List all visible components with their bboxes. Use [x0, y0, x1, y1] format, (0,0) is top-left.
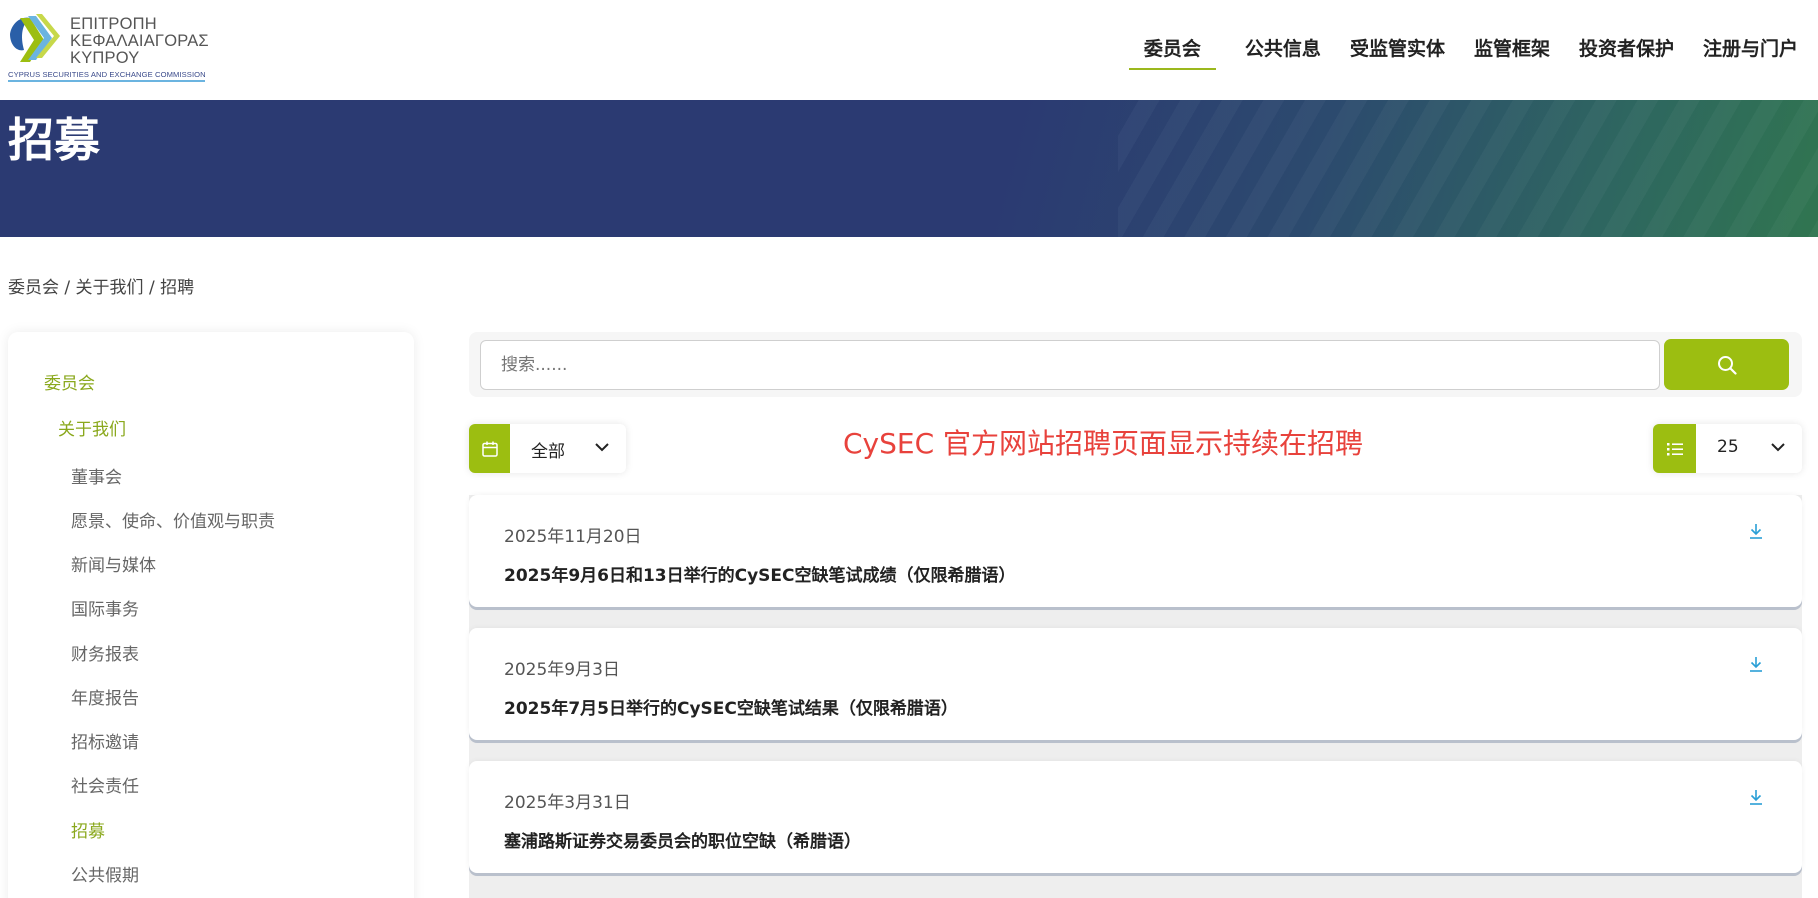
- document-title[interactable]: 2025年9月6日和13日举行的CySEC空缺笔试成绩（仅限希腊语）: [504, 561, 1016, 586]
- logo-underline: [8, 80, 205, 82]
- nav-item-investor-protection[interactable]: 投资者保护: [1579, 34, 1674, 70]
- sidebar-item-public-holidays[interactable]: 公共假期: [71, 861, 139, 886]
- download-icon[interactable]: [1748, 655, 1764, 673]
- sidebar-item-about-us[interactable]: 关于我们: [58, 415, 126, 440]
- list-icon: [1666, 442, 1683, 455]
- sidebar-item-recruitment[interactable]: 招募: [71, 817, 105, 842]
- search-icon: [1717, 355, 1737, 375]
- nav-item-regulatory-framework[interactable]: 监管框架: [1474, 34, 1550, 70]
- sidebar-nav: 委员会 关于我们 董事会 愿景、使命、价值观与职责 新闻与媒体 国际事务 财务报…: [8, 332, 414, 898]
- per-page-select[interactable]: 25: [1653, 424, 1802, 473]
- document-title[interactable]: 2025年7月5日举行的CySEC空缺笔试结果（仅限希腊语）: [504, 694, 958, 719]
- chevron-down-icon: [1771, 443, 1785, 452]
- document-card[interactable]: 2025年9月3日 2025年7月5日举行的CySEC空缺笔试结果（仅限希腊语）: [469, 628, 1802, 740]
- calendar-icon-box: [469, 424, 510, 473]
- site-header: ΕΠΙΤΡΟΠΗ ΚΕΦΑΛΑΙΑΓΟΡΑΣ ΚΥΠΡΟΥ CYPRUS SEC…: [0, 0, 1818, 100]
- search-button[interactable]: [1664, 339, 1789, 390]
- nav-item-public-info[interactable]: 公共信息: [1245, 34, 1321, 70]
- year-filter-value: 全部: [531, 442, 565, 462]
- cysec-logo-mark: [10, 14, 60, 62]
- document-date: 2025年9月3日: [504, 660, 620, 680]
- document-title[interactable]: 塞浦路斯证券交易委员会的职位空缺（希腊语）: [504, 827, 861, 852]
- sidebar-item-news[interactable]: 新闻与媒体: [71, 551, 156, 576]
- document-date: 2025年3月31日: [504, 793, 631, 813]
- sidebar-item-social-responsibility[interactable]: 社会责任: [71, 772, 139, 797]
- logo-line-1: ΕΠΙΤΡΟΠΗ: [70, 15, 157, 33]
- list-icon-box: [1653, 424, 1696, 473]
- sidebar-item-vision[interactable]: 愿景、使命、价值观与职责: [71, 507, 275, 532]
- nav-item-registration-portals[interactable]: 注册与门户: [1703, 34, 1798, 70]
- logo-subtitle: CYPRUS SECURITIES AND EXCHANGE COMMISSIO…: [8, 70, 206, 79]
- calendar-icon: [481, 441, 498, 457]
- download-icon[interactable]: [1748, 788, 1764, 806]
- per-page-value: 25: [1717, 437, 1739, 457]
- chevron-down-icon: [595, 443, 609, 452]
- sidebar-item-international[interactable]: 国际事务: [71, 595, 139, 620]
- cysec-logo[interactable]: ΕΠΙΤΡΟΠΗ ΚΕΦΑΛΑΙΑΓΟΡΑΣ ΚΥΠΡΟΥ CYPRUS SEC…: [8, 12, 209, 84]
- sidebar-item-annual-reports[interactable]: 年度报告: [71, 684, 139, 709]
- logo-line-2: ΚΕΦΑΛΑΙΑΓΟΡΑΣ: [70, 32, 209, 50]
- nav-item-commission[interactable]: 委员会: [1128, 34, 1216, 70]
- document-date: 2025年11月20日: [504, 527, 642, 547]
- sidebar-item-financial-statements[interactable]: 财务报表: [71, 640, 139, 665]
- document-card[interactable]: 2025年3月31日 塞浦路斯证券交易委员会的职位空缺（希腊语）: [469, 761, 1802, 873]
- logo-line-3: ΚΥΠΡΟΥ: [70, 49, 140, 67]
- recruitment-notice: CySEC 官方网站招聘页面显示持续在招聘: [843, 427, 1364, 460]
- main-nav: 委员会 公共信息 受监管实体 监管框架 投资者保护 注册与门户: [1128, 34, 1798, 70]
- search-input[interactable]: [480, 340, 1660, 390]
- hero-decoration: [1118, 100, 1818, 237]
- download-icon[interactable]: [1748, 522, 1764, 540]
- breadcrumb[interactable]: 委员会 / 关于我们 / 招聘: [8, 273, 194, 298]
- page-title: 招募: [8, 113, 100, 167]
- document-card[interactable]: 2025年11月20日 2025年9月6日和13日举行的CySEC空缺笔试成绩（…: [469, 495, 1802, 607]
- logo-wordmark: ΕΠΙΤΡΟΠΗ ΚΕΦΑΛΑΙΑΓΟΡΑΣ ΚΥΠΡΟΥ: [70, 16, 209, 67]
- year-filter-select[interactable]: 全部: [469, 424, 626, 473]
- sidebar-item-tenders[interactable]: 招标邀请: [71, 728, 139, 753]
- sidebar-item-board[interactable]: 董事会: [71, 463, 122, 488]
- nav-item-regulated-entities[interactable]: 受监管实体: [1350, 34, 1445, 70]
- hero-banner: 招募: [0, 100, 1818, 237]
- sidebar-item-commission[interactable]: 委员会: [44, 369, 95, 394]
